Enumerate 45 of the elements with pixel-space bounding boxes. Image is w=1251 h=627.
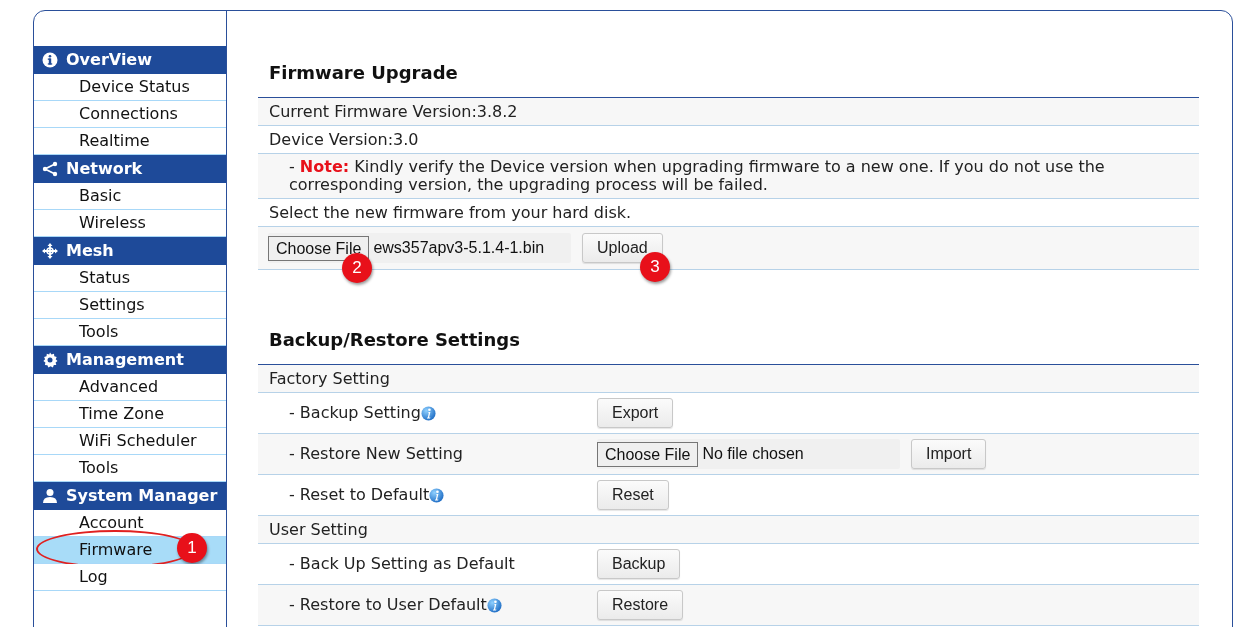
move-arrows-icon: [42, 243, 58, 259]
info-text: Current Firmware Version:3.8.2: [269, 100, 518, 123]
step-number-marker: 1: [177, 533, 207, 563]
setting-label: - Backup Setting: [289, 402, 421, 424]
sidebar-section-header[interactable]: Mesh: [34, 237, 226, 265]
note-text: - Note: Kindly verify the Device version when upgrading firmware to a new one. If you do not use the corresponding version, the upgrading process will be failed.: [289, 158, 1106, 194]
sidebar-item[interactable]: Firmware: [79, 539, 153, 561]
group-heading: Factory Setting: [269, 367, 390, 390]
sidebar-item[interactable]: Realtime: [79, 130, 150, 152]
sidebar-item[interactable]: Advanced: [79, 376, 159, 398]
sidebar-item[interactable]: WiFi Scheduler: [79, 430, 197, 452]
action-button[interactable]: Restore: [597, 590, 684, 620]
person-icon: [42, 488, 58, 504]
info-text: Device Version:3.0: [269, 128, 419, 151]
sidebar-item[interactable]: Status: [79, 267, 130, 289]
import-button[interactable]: Import: [911, 439, 987, 469]
sidebar-item[interactable]: Account: [79, 512, 144, 534]
sidebar-item[interactable]: Settings: [79, 294, 145, 316]
action-button[interactable]: Reset: [597, 480, 669, 510]
sidebar-item[interactable]: Tools: [79, 321, 119, 343]
sidebar-item[interactable]: Device Status: [79, 76, 190, 98]
sidebar-section-header[interactable]: System Manager: [34, 482, 226, 510]
action-button[interactable]: Backup: [597, 549, 681, 579]
sidebar-item[interactable]: Time Zone: [79, 403, 164, 425]
info-text: Select the new firmware from your hard disk.: [269, 201, 632, 224]
file-input[interactable]: Choose File No file chosen: [597, 439, 900, 469]
sidebar-section-header[interactable]: Network: [34, 155, 226, 183]
sidebar-item[interactable]: Wireless: [79, 212, 146, 234]
info-icon: [42, 52, 58, 68]
sidebar-section-header[interactable]: OverView: [34, 46, 226, 74]
sidebar-item[interactable]: Tools: [79, 457, 119, 479]
sidebar-item[interactable]: Basic: [79, 185, 122, 207]
share-icon: [42, 161, 58, 177]
setting-label: - Back Up Setting as Default: [289, 553, 515, 575]
step-number-marker: 3: [640, 252, 670, 282]
setting-label: - Restore to User Default: [289, 594, 487, 616]
step-number-marker: 2: [342, 253, 372, 283]
sidebar-section-header[interactable]: Management: [34, 346, 226, 374]
sidebar-item[interactable]: Log: [79, 566, 108, 588]
sidebar-item[interactable]: Connections: [79, 103, 178, 125]
setting-label: - Reset to Default: [289, 484, 430, 506]
setting-label: - Restore New Setting: [289, 443, 463, 465]
gear-icon: [42, 352, 58, 368]
action-button[interactable]: Export: [597, 398, 674, 428]
group-heading: User Setting: [269, 518, 368, 541]
